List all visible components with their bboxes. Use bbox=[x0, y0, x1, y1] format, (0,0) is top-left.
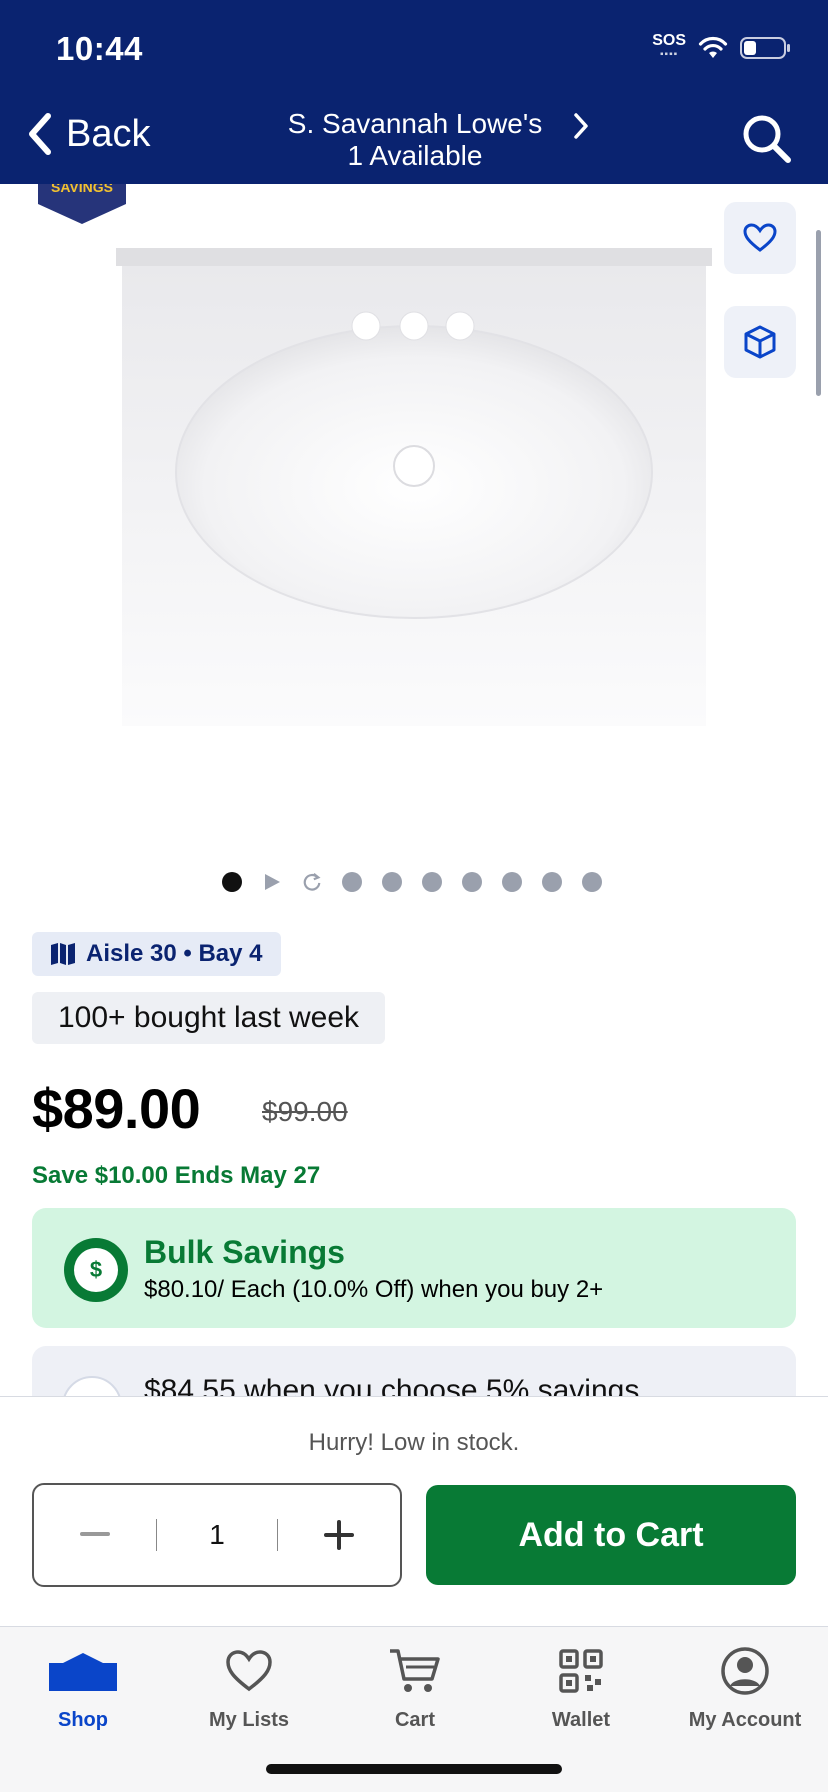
savings-text: Save $10.00 Ends May 27 bbox=[32, 1162, 321, 1189]
gallery-dot[interactable] bbox=[382, 872, 402, 892]
aisle-location-chip[interactable]: Aisle 30 • Bay 4 bbox=[32, 932, 281, 976]
gallery-dot[interactable] bbox=[222, 872, 242, 892]
back-button[interactable]: Back bbox=[26, 112, 150, 156]
decrement-button[interactable] bbox=[34, 1485, 156, 1585]
status-icons: SOS ▪▪▪▪ bbox=[652, 32, 792, 62]
dollar-icon: $ bbox=[64, 1238, 128, 1302]
quantity-value[interactable]: 1 bbox=[157, 1519, 277, 1551]
sos-indicator: SOS ▪▪▪▪ bbox=[652, 32, 686, 61]
savings-badge: SAVINGS bbox=[38, 184, 126, 224]
purchase-panel: Hurry! Low in stock. 1 Add to Cart bbox=[0, 1396, 828, 1626]
gallery-dot[interactable] bbox=[342, 872, 362, 892]
sos-label: SOS bbox=[652, 32, 686, 49]
bulk-title: Bulk Savings bbox=[144, 1234, 345, 1270]
stock-message: Hurry! Low in stock. bbox=[308, 1429, 520, 1456]
quantity-stepper: 1 bbox=[32, 1483, 402, 1587]
was-price: $99.00 bbox=[262, 1096, 348, 1127]
plus-icon bbox=[324, 1520, 354, 1550]
battery-icon bbox=[740, 37, 790, 59]
svg-text:SAVINGS: SAVINGS bbox=[51, 184, 113, 195]
tab-my-account-label: My Account bbox=[688, 1709, 802, 1731]
tab-cart-label: Cart bbox=[394, 1709, 435, 1731]
tab-my-lists[interactable]: My Lists bbox=[166, 1641, 332, 1751]
shop-icon bbox=[49, 1653, 117, 1691]
back-label: Back bbox=[66, 112, 151, 155]
search-button[interactable] bbox=[740, 112, 792, 169]
tab-my-account[interactable]: My Account bbox=[662, 1641, 828, 1751]
gallery-dot[interactable] bbox=[542, 872, 562, 892]
tab-shop[interactable]: Shop bbox=[0, 1641, 166, 1751]
store-selector[interactable]: S. Savannah Lowe's 1 Available bbox=[240, 108, 590, 172]
gallery-dot[interactable] bbox=[502, 872, 522, 892]
3d-view-button[interactable] bbox=[724, 306, 796, 378]
bulk-savings-card: $ Bulk Savings $80.10/ Each (10.0% Off) … bbox=[32, 1208, 796, 1328]
360-view-icon[interactable] bbox=[302, 872, 322, 892]
tab-wallet-label: Wallet bbox=[551, 1709, 611, 1731]
account-icon bbox=[721, 1647, 769, 1695]
chevron-left-icon bbox=[29, 113, 51, 155]
gallery-dot[interactable] bbox=[462, 872, 482, 892]
top-bar: 10:44 SOS ▪▪▪▪ Back S. Savannah Lowe's 1… bbox=[0, 0, 828, 184]
cube-icon bbox=[744, 325, 776, 359]
tab-wallet[interactable]: Wallet bbox=[498, 1641, 664, 1751]
wifi-icon bbox=[698, 36, 728, 58]
gallery-pagination bbox=[222, 872, 602, 892]
heart-icon bbox=[226, 1650, 272, 1692]
scrollbar[interactable] bbox=[816, 230, 821, 396]
tab-shop-label: Shop bbox=[58, 1709, 108, 1731]
bulk-subtitle: $80.10/ Each (10.0% Off) when you buy 2+ bbox=[144, 1276, 604, 1303]
minus-icon bbox=[80, 1532, 110, 1536]
video-play-icon[interactable] bbox=[262, 872, 282, 892]
heart-icon bbox=[743, 223, 777, 252]
tab-my-lists-label: My Lists bbox=[208, 1709, 290, 1731]
store-availability: 1 Available bbox=[347, 140, 483, 171]
cart-icon bbox=[390, 1649, 440, 1692]
status-time: 10:44 bbox=[56, 30, 143, 67]
savings-badge-shape: SAVINGS bbox=[38, 184, 126, 224]
qr-code-icon bbox=[559, 1649, 603, 1693]
current-price: $89.00 bbox=[32, 1077, 201, 1140]
add-to-cart-button[interactable]: Add to Cart bbox=[426, 1485, 796, 1585]
product-image[interactable] bbox=[116, 246, 712, 732]
bought-count-badge: 100+ bought last week bbox=[32, 992, 386, 1044]
search-icon bbox=[743, 115, 791, 163]
increment-button[interactable] bbox=[278, 1485, 400, 1585]
chevron-right-icon bbox=[574, 113, 588, 139]
map-icon bbox=[51, 943, 75, 965]
gallery-dot[interactable] bbox=[422, 872, 442, 892]
store-name: S. Savannah Lowe's bbox=[287, 108, 543, 139]
gallery-dot[interactable] bbox=[582, 872, 602, 892]
home-indicator[interactable] bbox=[266, 1764, 562, 1774]
favorite-button[interactable] bbox=[724, 202, 796, 274]
tab-cart[interactable]: Cart bbox=[332, 1641, 498, 1751]
aisle-label: Aisle 30 • Bay 4 bbox=[86, 940, 263, 967]
